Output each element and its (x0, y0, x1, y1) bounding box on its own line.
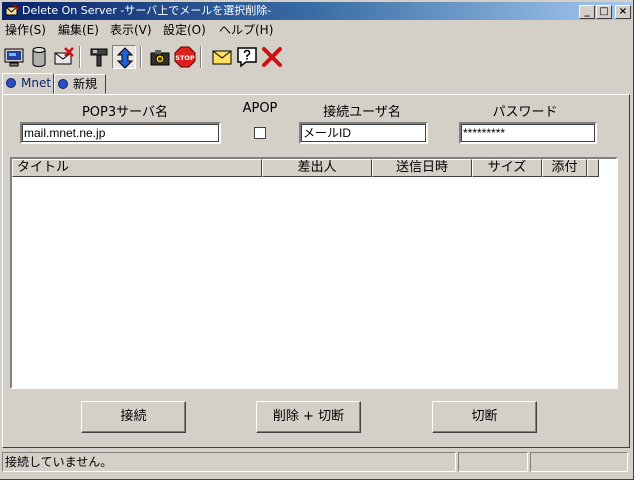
toolbar: STOP (2, 42, 632, 72)
tab-indicator-icon (58, 79, 68, 89)
password-label: パスワード (492, 105, 558, 120)
app-icon (5, 4, 19, 16)
camera-icon[interactable] (148, 45, 172, 69)
apop-label: APOP (242, 101, 278, 116)
mail-list-header: タイトル 差出人 送信日時 サイズ 添付 (12, 159, 616, 177)
user-label: 接続ユーザ名 (323, 105, 401, 120)
stop-icon-label: STOP (175, 54, 195, 62)
status-pane-3 (530, 452, 628, 472)
tab-strip: Mnet 新規 (0, 73, 634, 94)
envelope-icon[interactable] (210, 45, 234, 69)
menu-bar: 操作(S) 編集(E) 表示(V) 設定(O) ヘルプ(H) (2, 21, 632, 39)
column-attachment[interactable]: 添付 (542, 159, 587, 177)
delete-mail-icon[interactable] (52, 45, 76, 69)
monitor-icon[interactable] (2, 45, 26, 69)
column-sender[interactable]: 差出人 (262, 159, 372, 177)
server-input[interactable]: mail.mnet.ne.jp (20, 122, 221, 144)
toolbar-separator (140, 46, 142, 68)
tools-icon[interactable] (87, 45, 111, 69)
menu-edit[interactable]: 編集(E) (58, 23, 99, 37)
status-pane-2 (458, 452, 528, 472)
title-bar[interactable]: Delete On Server -サーバ上でメールを選択削除- _ □ × (2, 2, 632, 20)
menu-operation[interactable]: 操作(S) (5, 23, 46, 37)
status-message: 接続していません。 (2, 452, 456, 472)
tab-label: Mnet (21, 76, 52, 90)
user-input[interactable]: メールID (299, 122, 428, 144)
tab-mnet[interactable]: Mnet (2, 73, 54, 94)
menu-view[interactable]: 表示(V) (110, 23, 152, 37)
tab-label: 新規 (73, 77, 98, 91)
column-size[interactable]: サイズ (472, 159, 542, 177)
disconnect-button[interactable]: 切断 (432, 401, 537, 433)
mail-list[interactable]: タイトル 差出人 送信日時 サイズ 添付 (10, 157, 618, 389)
tab-indicator-icon (6, 78, 16, 88)
toolbar-separator (79, 46, 81, 68)
column-extra[interactable] (587, 159, 599, 177)
column-sent-date[interactable]: 送信日時 (372, 159, 472, 177)
delete-disconnect-button[interactable]: 削除 + 切断 (256, 401, 361, 433)
status-bar: 接続していません。 (2, 451, 632, 473)
close-button[interactable]: × (615, 5, 631, 19)
sync-icon[interactable] (112, 45, 136, 69)
apop-checkbox[interactable] (254, 127, 266, 139)
toolbar-separator (200, 46, 202, 68)
minimize-button[interactable]: _ (579, 5, 595, 19)
menu-settings[interactable]: 設定(O) (163, 23, 206, 37)
menu-help[interactable]: ヘルプ(H) (219, 23, 273, 37)
window-title: Delete On Server -サーバ上でメールを選択削除- (22, 4, 272, 17)
maximize-button[interactable]: □ (596, 5, 612, 19)
database-icon[interactable] (27, 45, 51, 69)
column-title[interactable]: タイトル (12, 159, 262, 177)
server-label: POP3サーバ名 (81, 105, 169, 120)
app-window: Delete On Server -サーバ上でメールを選択削除- _ □ × 操… (0, 0, 634, 480)
password-input[interactable]: ********* (459, 122, 597, 144)
help-icon[interactable] (235, 45, 259, 69)
stop-icon[interactable]: STOP (173, 45, 197, 69)
connect-button[interactable]: 接続 (81, 401, 186, 433)
close-x-icon[interactable] (260, 45, 284, 69)
tab-new[interactable]: 新規 (54, 74, 106, 94)
